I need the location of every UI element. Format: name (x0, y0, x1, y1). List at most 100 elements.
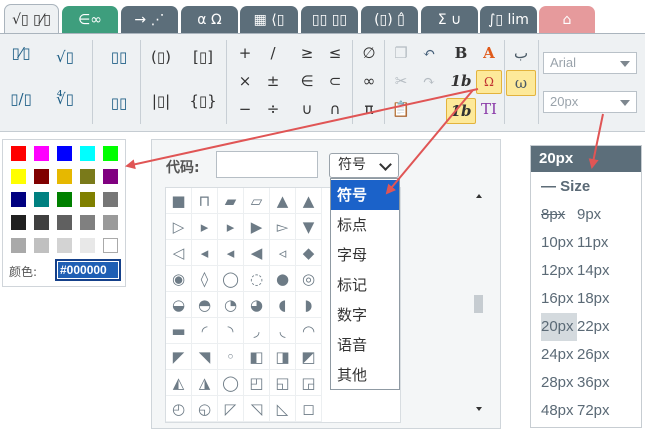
symbol-cell[interactable]: ◴ (166, 396, 192, 422)
tab-5[interactable]: ▯▯ ▯▯ (301, 6, 358, 33)
color-swatch[interactable] (103, 192, 118, 207)
symbol-cell[interactable]: ◯ (218, 370, 244, 396)
operator-button[interactable]: ≤ (320, 40, 350, 66)
color-swatch[interactable] (11, 215, 26, 230)
size-row[interactable]: 16px 18px (531, 285, 641, 313)
size-header[interactable]: 20px (531, 146, 641, 172)
size-option[interactable]: 10px (541, 229, 577, 257)
tab-3[interactable]: α Ω (181, 6, 238, 33)
superscript-button[interactable]: ▯▯ (104, 44, 134, 70)
tab-7[interactable]: Σ ∪ (421, 6, 478, 33)
color-swatch[interactable] (80, 169, 95, 184)
symbol-cell[interactable]: ◟ (270, 318, 296, 344)
size-row[interactable]: 48px 72px (531, 397, 641, 425)
pi-button[interactable]: π (354, 96, 384, 122)
symbol-cell[interactable]: ◂ (218, 240, 244, 266)
size-option[interactable]: 12px (541, 257, 577, 285)
color-swatch[interactable] (103, 169, 118, 184)
symbol-cell[interactable]: ◎ (296, 266, 322, 292)
bold-button[interactable]: B (446, 40, 476, 66)
color-swatch[interactable] (57, 215, 72, 230)
symbol-cell[interactable]: ▻ (270, 214, 296, 240)
size-option[interactable]: 18px (577, 290, 610, 307)
symbol-cell[interactable]: ▼ (296, 214, 322, 240)
operator-button[interactable]: ∈ (292, 68, 322, 94)
size-row[interactable]: 8px 9px (531, 201, 641, 229)
size-option[interactable]: 26px (577, 346, 610, 363)
size-option[interactable]: 14px (577, 262, 610, 279)
operator-button[interactable]: + (230, 40, 260, 66)
arabic-icon[interactable]: ب (506, 40, 536, 66)
symbol-cell[interactable]: ◸ (218, 396, 244, 422)
color-swatch[interactable] (11, 192, 26, 207)
color-swatch[interactable] (103, 215, 118, 230)
size-row[interactable]: 28px 36px (531, 369, 641, 397)
color-swatch[interactable] (34, 146, 49, 161)
color-swatch[interactable] (11, 146, 26, 161)
empty-set-button[interactable]: ∅ (354, 40, 384, 66)
symbol-cell[interactable]: ◓ (192, 292, 218, 318)
category-select[interactable]: 符号 (329, 153, 399, 178)
tab-6[interactable]: (▯) ▯̂ (361, 6, 418, 33)
paren-button[interactable]: (▯) (146, 44, 176, 70)
operator-button[interactable]: × (230, 68, 260, 94)
color-swatch[interactable] (80, 238, 95, 253)
dropdown-option[interactable]: 语音 (331, 330, 399, 360)
symbol-cell[interactable]: ▸ (218, 214, 244, 240)
symbol-cell[interactable]: ▲ (270, 188, 296, 214)
symbol-cell[interactable]: ● (270, 266, 296, 292)
symbol-cell[interactable]: ▬ (166, 318, 192, 344)
size-option[interactable]: 72px (577, 402, 610, 419)
symbol-cell[interactable]: ▰ (218, 188, 244, 214)
symbol-cell[interactable]: ◃ (270, 240, 296, 266)
size-row[interactable]: — Size (531, 173, 641, 201)
symbol-cell[interactable]: ◊ (192, 266, 218, 292)
scroll-down-icon[interactable] (476, 407, 482, 411)
scroll-thumb[interactable] (474, 295, 483, 313)
symbol-cell[interactable]: ◀ (244, 240, 270, 266)
color-swatch[interactable] (80, 146, 95, 161)
symbol-cell[interactable]: ◂ (192, 240, 218, 266)
undo-icon[interactable]: ↶ (414, 40, 444, 66)
size-row[interactable]: 20px 22px (531, 313, 641, 341)
symbol-cell[interactable]: ▱ (244, 188, 270, 214)
tab-9[interactable]: ⌂ (539, 6, 595, 33)
code-input[interactable] (216, 151, 318, 178)
color-swatch[interactable] (34, 169, 49, 184)
size-option[interactable]: 8px (541, 201, 577, 229)
symbol-cell[interactable]: ◕ (244, 292, 270, 318)
size-option[interactable]: 24px (541, 341, 577, 369)
symbol-cell[interactable]: ■ (166, 188, 192, 214)
color-input[interactable]: #000000 (55, 259, 121, 281)
scroll-up-icon[interactable] (476, 194, 482, 198)
size-option[interactable]: 28px (541, 369, 577, 397)
size-row[interactable]: 12px 14px (531, 257, 641, 285)
symbol-cell[interactable]: ▲ (296, 188, 322, 214)
symbol-cell[interactable]: ◔ (218, 292, 244, 318)
color-swatch[interactable] (57, 169, 72, 184)
symbol-cell[interactable]: ◭ (166, 370, 192, 396)
cut-icon[interactable]: ✂ (386, 68, 416, 94)
symbol-cell[interactable]: ▸ (192, 214, 218, 240)
color-swatch[interactable] (11, 169, 26, 184)
symbol-cell[interactable]: ▶ (244, 214, 270, 240)
tab-0[interactable]: √▯ ▯⁄▯ (4, 4, 59, 34)
symbol-cell[interactable]: ◹ (244, 396, 270, 422)
symbol-cell[interactable]: ⊓ (192, 188, 218, 214)
size-option[interactable]: 22px (577, 318, 610, 335)
color-swatch[interactable] (80, 215, 95, 230)
tab-8[interactable]: ∫▯ lim (480, 6, 537, 33)
color-swatch[interactable] (34, 192, 49, 207)
size-option[interactable]: 11px (577, 234, 608, 251)
handwriting-icon[interactable]: ω (506, 70, 536, 96)
color-swatch[interactable] (11, 238, 26, 253)
operator-button[interactable]: ± (258, 68, 288, 94)
symbol-icon[interactable]: Ω (476, 70, 502, 94)
paste-icon[interactable]: 📋 (386, 96, 416, 122)
tab-1[interactable]: ∈∞ (62, 6, 118, 33)
symbol-cell[interactable]: ◰ (244, 370, 270, 396)
symbol-cell[interactable]: ◯ (218, 266, 244, 292)
color-swatch[interactable] (57, 146, 72, 161)
dropdown-option[interactable]: 标记 (331, 270, 399, 300)
symbol-cell[interactable]: ◥ (192, 344, 218, 370)
